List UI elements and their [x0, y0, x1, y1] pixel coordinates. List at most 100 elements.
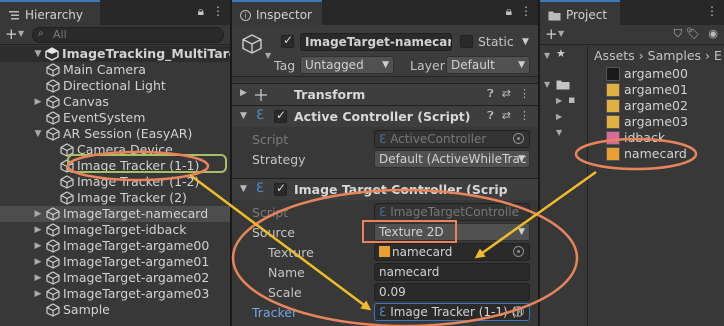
scale-label: Scale	[268, 285, 302, 300]
active-controller-header[interactable]: ▼ ℇ Active Controller (Script) ❓︎ ⇄ ⋮	[232, 105, 538, 127]
hierarchy-item-label: Image Tracker (1-1)	[77, 158, 200, 173]
scale-field[interactable]: 0.09	[374, 283, 530, 301]
transform-component-header[interactable]: ▶ Transform ❓︎ ⇄ ⋮	[232, 83, 538, 105]
chevron-down-icon[interactable]: ▼	[240, 111, 247, 121]
chevron-down-icon[interactable]: ▼	[33, 126, 43, 142]
gameobject-cube-icon	[46, 223, 60, 237]
object-header: ▼ ImageTarget-namecard Static ▼ Tag Unta…	[232, 25, 538, 77]
tag-value: Untagged	[305, 58, 364, 72]
hierarchy-item[interactable]: EventSystem	[0, 110, 230, 126]
object-picker-icon	[513, 133, 524, 144]
hierarchy-item-label: ImageTarget-idback	[63, 222, 187, 237]
lock-icon[interactable]: 🔒︎	[506, 4, 512, 19]
layer-dropdown[interactable]: Default ▼	[446, 56, 530, 74]
tracker-field[interactable]: ℇ Image Tracker (1-1) (Ii	[374, 303, 530, 321]
hierarchy-item-label: EventSystem	[63, 110, 146, 125]
chevron-right-icon[interactable]: ▶	[240, 88, 247, 98]
tag-label: Tag	[274, 58, 296, 73]
hierarchy-item[interactable]: ▶ ImageTarget-argame00	[0, 238, 230, 254]
chevron-down-icon: ▼	[518, 227, 525, 237]
chevron-right-icon[interactable]: ▶	[33, 254, 43, 270]
kebab-menu-icon[interactable]: ⋮	[212, 4, 224, 19]
kebab-menu-icon[interactable]: ⋮	[519, 109, 530, 123]
tag-dropdown[interactable]: Untagged ▼	[300, 56, 394, 74]
project-file-label: namecard	[624, 146, 687, 161]
name-field[interactable]: namecard	[374, 263, 530, 281]
add-icon[interactable]: +	[5, 25, 18, 43]
gameobject-cube-icon	[46, 127, 60, 141]
hierarchy-tree: ▼ ImageTracking_MultiTarg Main Camera Dir…	[0, 46, 230, 326]
texture-field[interactable]: namecard	[374, 243, 530, 261]
hierarchy-item[interactable]: ▶ Canvas	[0, 94, 230, 110]
script-icon: ℇ	[379, 132, 391, 146]
search-placeholder: All	[53, 28, 67, 41]
hierarchy-item[interactable]: ▶ ImageTarget-argame02	[0, 270, 230, 286]
hierarchy-item[interactable]: Image Tracker (1-2)	[0, 174, 230, 190]
hierarchy-item[interactable]: ▶ ImageTarget-argame03	[0, 286, 230, 302]
chevron-down-icon[interactable]: ▼	[265, 51, 271, 60]
image-target-controller-header[interactable]: ▼ ℇ Image Target Controller (Scrip	[232, 178, 538, 200]
itc-enabled-checkbox[interactable]	[274, 181, 287, 196]
layer-label: Layer	[410, 58, 445, 73]
chevron-down-icon: ▼	[518, 60, 525, 70]
hierarchy-item[interactable]: Image Tracker (1-1)	[0, 158, 230, 174]
scene-row[interactable]: ▼ ImageTracking_MultiTarg	[0, 46, 230, 62]
chevron-right-icon[interactable]: ▶	[33, 94, 43, 110]
ac-script-field: ℇ ActiveController	[374, 130, 530, 148]
object-picker-icon[interactable]	[513, 246, 524, 257]
chevron-right-icon[interactable]: ▶	[33, 238, 43, 254]
chevron-right-icon[interactable]: ▶	[33, 270, 43, 286]
lock-icon[interactable]: 🔒︎	[198, 4, 204, 19]
preset-icon[interactable]: ⇄	[502, 109, 511, 123]
chevron-right-icon[interactable]: ▶	[33, 222, 43, 238]
source-label: Source	[252, 225, 295, 240]
hierarchy-item[interactable]: Directional Light	[0, 78, 230, 94]
hierarchy-tabbar: Hierarchy 🔒︎ ⋮	[0, 0, 230, 25]
static-checkbox[interactable]	[460, 35, 473, 48]
tab-hierarchy[interactable]: Hierarchy	[0, 0, 100, 25]
source-dropdown[interactable]: Texture 2D ▼	[374, 223, 530, 241]
active-controller-enabled-checkbox[interactable]	[274, 108, 287, 123]
hierarchy-item[interactable]: Main Camera	[0, 62, 230, 78]
tab-inspector[interactable]: i Inspector	[232, 0, 322, 25]
hierarchy-item[interactable]: Image Tracker (2)	[0, 190, 230, 206]
kebab-menu-icon[interactable]: ⋮	[519, 87, 530, 101]
object-name-field[interactable]: ImageTarget-namecard	[300, 33, 452, 51]
preset-icon[interactable]: ⇄	[502, 87, 511, 101]
hierarchy-item-label: Sample	[63, 302, 110, 317]
help-icon[interactable]: ❓︎	[487, 87, 494, 101]
help-icon[interactable]: ❓︎	[487, 109, 494, 123]
source-value: Texture 2D	[379, 225, 444, 239]
layer-value: Default	[451, 58, 495, 72]
script-icon: ℇ	[256, 108, 264, 123]
kebab-menu-icon[interactable]: ⋮	[520, 4, 532, 19]
hierarchy-item-label: Image Tracker (2)	[77, 190, 187, 205]
chevron-right-icon[interactable]: ▶	[33, 286, 43, 302]
tracker-value: Image Tracker (1-1) (Ii	[390, 305, 524, 319]
gameobject-cube-icon	[46, 239, 60, 253]
gameobject-cube-icon	[242, 34, 262, 54]
chevron-down-icon[interactable]: ▼	[33, 46, 43, 62]
hierarchy-item-label: Main Camera	[63, 62, 146, 77]
strategy-dropdown[interactable]: Default (ActiveWhileTrac ▼	[374, 150, 530, 168]
gameobject-cube-icon	[46, 303, 60, 317]
project-file-label: argame00	[624, 66, 688, 81]
active-checkbox[interactable]	[281, 33, 294, 48]
tab-inspector-label: Inspector	[256, 8, 312, 22]
hierarchy-item[interactable]: ▼ AR Session (EasyAR)	[0, 126, 230, 142]
hierarchy-item[interactable]: Camera Device	[0, 142, 230, 158]
object-picker-icon[interactable]	[513, 306, 524, 317]
active-controller-title: Active Controller (Script)	[294, 109, 471, 124]
script-icon: ℇ	[256, 181, 264, 196]
chevron-down-icon[interactable]: ▼	[18, 29, 24, 38]
itc-script-field: ℇ ImageTargetControlle	[374, 203, 530, 221]
hierarchy-item[interactable]: ▶ ImageTarget-idback	[0, 222, 230, 238]
hierarchy-item[interactable]: Sample	[0, 302, 230, 318]
chevron-down-icon[interactable]: ▼	[240, 184, 247, 194]
hierarchy-list-icon	[9, 11, 19, 20]
hierarchy-item[interactable]: ▶ ImageTarget-argame01	[0, 254, 230, 270]
scene-name: ImageTracking_MultiTarg	[62, 46, 230, 61]
search-input[interactable]: ⌕ All	[32, 27, 224, 43]
texture-thumbnail-icon	[606, 131, 620, 145]
static-dropdown-caret[interactable]: ▼	[522, 37, 529, 47]
